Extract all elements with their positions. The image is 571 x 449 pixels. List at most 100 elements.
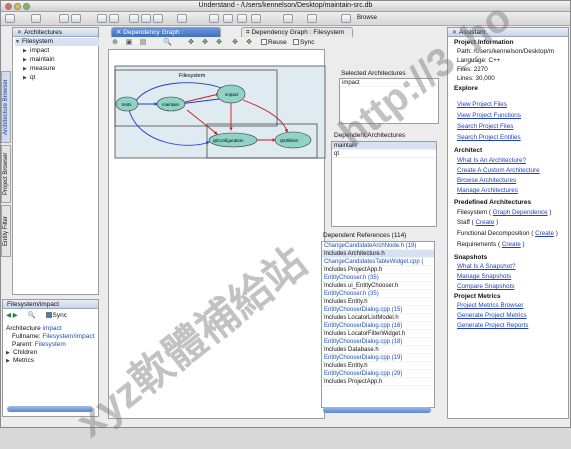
metrics-icon[interactable] [237, 14, 247, 23]
reports-icon[interactable] [251, 14, 261, 23]
collapsed-arrow-icon[interactable]: ▶ [23, 74, 30, 82]
tab-architecture-browser[interactable]: Architecture Browser [1, 71, 11, 143]
find-icon[interactable]: 🔍 [28, 312, 36, 319]
link-search-project-files[interactable]: Search Project Files [457, 123, 513, 130]
reference-row[interactable]: EntityChooserDialog.cpp (19) [322, 354, 434, 362]
sync-checkbox[interactable] [45, 312, 52, 319]
refresh-icon[interactable]: ✥ [245, 39, 253, 46]
browse-icon[interactable] [341, 14, 351, 23]
forward-icon[interactable] [307, 14, 317, 23]
browse-label[interactable]: Browse [357, 15, 377, 21]
tab-entity-filter[interactable]: Entity Filter [1, 205, 11, 257]
reference-row[interactable]: Includes Entity.h [322, 362, 434, 370]
reference-row[interactable]: Includes Entity.h [322, 298, 434, 306]
sync-graph-checkbox[interactable] [293, 39, 299, 46]
back-icon[interactable]: ◀ ▶ [6, 312, 18, 319]
collapsed-arrow-icon[interactable]: ▶ [23, 65, 30, 73]
expanded-arrow-icon[interactable]: ▼ [15, 38, 22, 46]
reference-row[interactable]: EntityChooserDialog.cpp (18) [322, 338, 434, 346]
save-graph-icon[interactable]: ▣ [125, 39, 133, 46]
analyze-icon[interactable] [59, 14, 69, 23]
dependent-arch-list[interactable]: maintain qt [331, 141, 437, 227]
find-icon[interactable] [177, 14, 187, 23]
info-metrics-row[interactable]: ▶ Metrics [6, 357, 34, 365]
link-generate-project-reports[interactable]: Generate Project Reports [457, 322, 528, 329]
link-create-custom-architecture[interactable]: Create A Custom Architecture [457, 167, 540, 174]
collapse-icon[interactable]: ✥ [215, 39, 223, 46]
close-panel-icon[interactable]: ✕ [452, 30, 457, 36]
tree-item[interactable]: ▶ measure [23, 65, 55, 73]
print-graph-icon[interactable]: ▤ [139, 39, 147, 46]
reference-row[interactable]: EntityChooserDialog.cpp (29) [322, 370, 434, 378]
link-manage-architectures[interactable]: Manage Architectures [457, 187, 518, 194]
reference-row[interactable]: Includes ui_EntityChooser.h [322, 282, 434, 290]
collapsed-arrow-icon[interactable]: ▶ [6, 349, 13, 357]
reference-row[interactable]: EntityChooser.h (35) [322, 274, 434, 282]
reference-row[interactable]: EntityChooser.h (35) [322, 290, 434, 298]
zoom-icon[interactable]: ⊕ [111, 39, 119, 46]
graph-canvas[interactable]: Filesystem tests maintain impact qtConfi… [108, 49, 326, 419]
new-db-icon[interactable] [5, 14, 15, 23]
tree-item[interactable]: ▶ maintain [23, 56, 55, 64]
link-view-project-files[interactable]: View Project Files [457, 101, 507, 108]
reference-row[interactable]: Includes Database.h [322, 346, 434, 354]
open-db-icon[interactable] [31, 14, 41, 23]
link-compare-snapshots[interactable]: Compare Snapshots [457, 283, 514, 290]
close-panel-icon[interactable]: ✕ [17, 30, 22, 36]
link-manage-snapshots[interactable]: Manage Snapshots [457, 273, 511, 280]
cut-icon[interactable] [129, 14, 139, 23]
collapsed-arrow-icon[interactable]: ▶ [6, 357, 13, 365]
link-view-project-functions[interactable]: View Project Functions [457, 112, 521, 119]
link-search-project-entities[interactable]: Search Project Entities [457, 134, 521, 141]
link-what-is-architecture[interactable]: What Is An Architecture? [457, 157, 526, 164]
reuse-checkbox[interactable] [261, 39, 267, 46]
refs-scrollbar[interactable] [323, 407, 431, 413]
link-create-requirements[interactable]: Create [502, 241, 521, 248]
link-browse-architectures[interactable]: Browse Architectures [457, 177, 516, 184]
open-file-icon[interactable] [71, 14, 81, 23]
tab-dependency-graph-second[interactable]: ⌗ Dependency Graph : Filesystem [241, 27, 353, 37]
graph-icon[interactable] [223, 14, 233, 23]
tab-project-browser[interactable]: Project Browser [1, 145, 11, 203]
reference-row[interactable]: Includes ProjectApp.h [322, 266, 434, 274]
tree-root[interactable]: ▼ Filesystem [15, 38, 99, 46]
list-item[interactable]: impact [340, 79, 438, 87]
dependent-refs-list[interactable]: ChangeCandidateArchNode.h (19) Includes A… [321, 241, 435, 408]
tree-item[interactable]: ▶ impact [23, 47, 49, 55]
document-icon[interactable] [209, 14, 219, 23]
reference-row[interactable]: EntityChooserDialog.cpp (16) [322, 322, 434, 330]
link-what-is-snapshot[interactable]: What Is A Snapshot? [457, 263, 515, 270]
reference-row[interactable]: Includes Architecture.h [322, 250, 434, 258]
expand-icon[interactable]: ✥ [201, 39, 209, 46]
reuse-option[interactable]: Reuse [261, 39, 287, 46]
reference-row[interactable]: ChangeCandidateArchNode.h (19) [322, 242, 434, 250]
link-graph-dependence[interactable]: Graph Dependence [493, 209, 548, 216]
link-create-functional[interactable]: Create [535, 230, 554, 237]
reference-row[interactable]: EntityChooserDialog.cpp (15) [322, 306, 434, 314]
link-generate-project-metrics[interactable]: Generate Project Metrics [457, 312, 527, 319]
back-icon[interactable] [283, 14, 293, 23]
info-children-row[interactable]: ▶ Children [6, 349, 37, 357]
magnify-icon[interactable]: 🔍 [163, 39, 172, 46]
tree-item[interactable]: ▶ qt [23, 74, 35, 82]
selected-arch-list[interactable]: impact [339, 78, 439, 124]
list-item[interactable]: qt [332, 150, 436, 158]
collapsed-arrow-icon[interactable]: ▶ [23, 56, 30, 64]
copy-icon[interactable] [141, 14, 151, 23]
link-create-staff[interactable]: Create [475, 219, 494, 226]
reference-row[interactable]: Includes ProjectApp.h [322, 378, 434, 386]
list-item[interactable]: maintain [332, 142, 436, 150]
fit-icon[interactable]: ✥ [187, 39, 195, 46]
paste-icon[interactable] [153, 14, 163, 23]
reference-row[interactable]: Includes LocatorFilterWidget.h [322, 330, 434, 338]
reference-row[interactable]: ChangeCandidatesTableWidget.cpp ( [322, 258, 434, 266]
horizontal-scrollbar[interactable] [7, 406, 93, 412]
save-icon[interactable] [97, 14, 107, 23]
tab-dependency-graph-active[interactable]: ✕ Dependency Graph : Filesystem [111, 27, 221, 46]
print-icon[interactable] [109, 14, 119, 23]
collapsed-arrow-icon[interactable]: ▶ [23, 47, 30, 55]
reference-row[interactable]: Includes LocatorListModel.h [322, 314, 434, 322]
link-project-metrics-browser[interactable]: Project Metrics Browser [457, 302, 523, 309]
layout-icon[interactable]: ✥ [231, 39, 239, 46]
sync-option[interactable]: Sync [293, 39, 314, 46]
